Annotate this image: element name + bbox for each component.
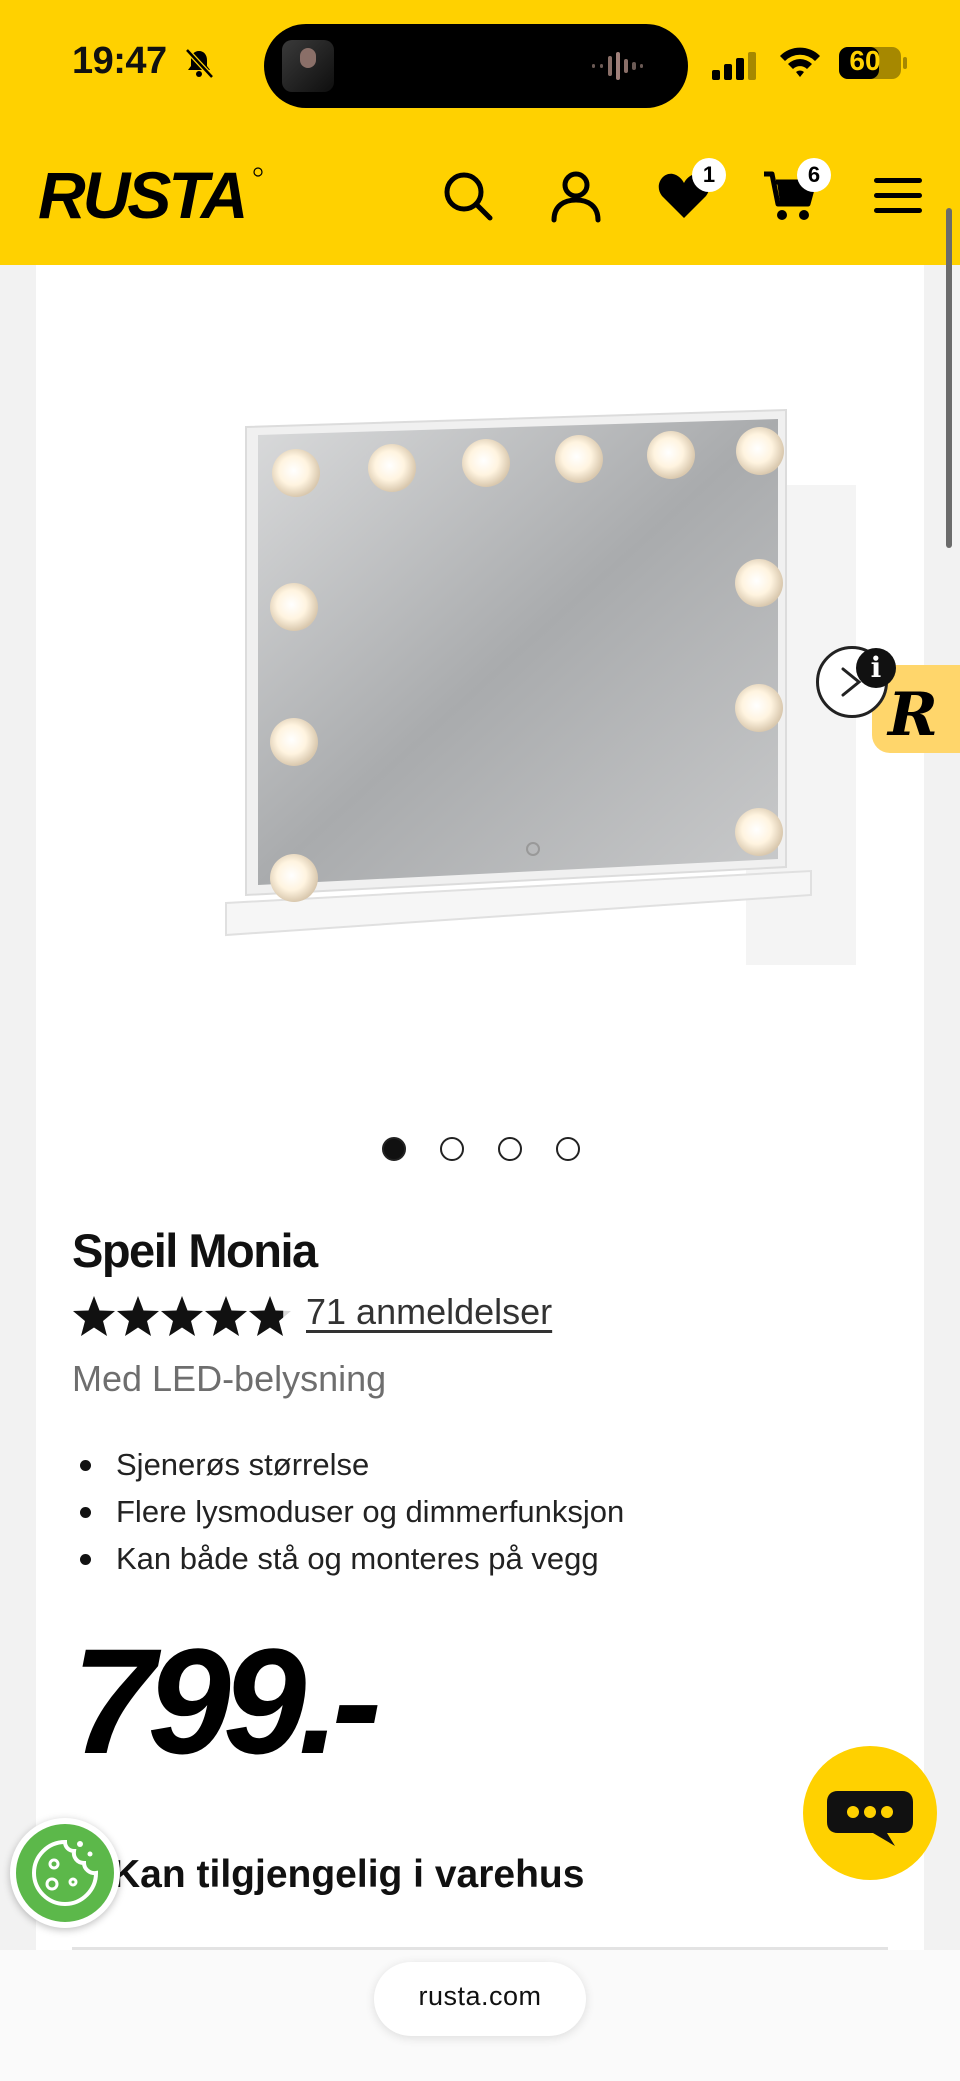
audio-wave-icon xyxy=(592,52,643,80)
svg-text:R: R xyxy=(886,680,938,750)
feature-list: Sjenerøs størrelse Flere lysmoduser og d… xyxy=(72,1441,624,1582)
cookie-icon xyxy=(31,1839,99,1907)
feature-item: Kan både stå og monteres på vegg xyxy=(72,1535,624,1582)
signal-icon xyxy=(712,52,756,80)
cookie-settings-button[interactable] xyxy=(10,1818,120,1928)
stock-status: Kan tilgjengelig i varehus xyxy=(112,1853,585,1896)
chat-button[interactable] xyxy=(803,1746,937,1880)
rating-stars xyxy=(73,1296,291,1336)
product-subtitle: Med LED-belysning xyxy=(72,1358,387,1399)
feature-item: Sjenerøs størrelse xyxy=(72,1441,624,1488)
rusta-logo[interactable]: RUSTA xyxy=(36,160,266,230)
info-icon[interactable]: i xyxy=(856,648,896,688)
chat-bubble-icon xyxy=(827,1791,913,1846)
search-icon[interactable] xyxy=(440,168,496,224)
feature-item: Flere lysmoduser og dimmerfunksjon xyxy=(72,1488,624,1535)
account-icon[interactable] xyxy=(548,168,604,224)
wifi-icon xyxy=(780,47,820,77)
wishlist-badge: 1 xyxy=(692,158,726,192)
price-display: 799.- xyxy=(72,1623,386,1773)
url-text: rusta.com xyxy=(418,1981,542,2011)
pagination-dot-1[interactable] xyxy=(382,1137,406,1161)
dynamic-island xyxy=(264,24,688,108)
status-time: 19:47 xyxy=(72,40,167,82)
logo-text: RUSTA xyxy=(38,160,245,230)
now-playing-artwork[interactable] xyxy=(282,40,334,92)
pagination-dot-4[interactable] xyxy=(556,1137,580,1161)
menu-icon[interactable] xyxy=(870,168,926,224)
scrollbar[interactable] xyxy=(946,208,952,548)
product-card: Speil Monia 71 anmeldelser Med LED-belys… xyxy=(36,265,924,1951)
pagination-dot-3[interactable] xyxy=(498,1137,522,1161)
page: 19:47 60 RUSTA 1 6 Speil Monia 71 anmeld… xyxy=(0,0,960,2081)
product-image[interactable] xyxy=(186,395,866,1005)
image-pagination xyxy=(382,1137,580,1163)
product-title: Speil Monia xyxy=(72,1224,318,1277)
address-bar[interactable]: rusta.com xyxy=(374,1962,586,2036)
cart-badge: 6 xyxy=(797,158,831,192)
price-text: 799.- xyxy=(72,1623,378,1773)
battery-level: 60 xyxy=(849,45,881,76)
reviews-link[interactable]: 71 anmeldelser xyxy=(306,1291,552,1333)
header-bar: 19:47 60 RUSTA 1 6 xyxy=(0,0,960,265)
bell-muted-icon xyxy=(185,48,214,79)
pagination-dot-2[interactable] xyxy=(440,1137,464,1161)
